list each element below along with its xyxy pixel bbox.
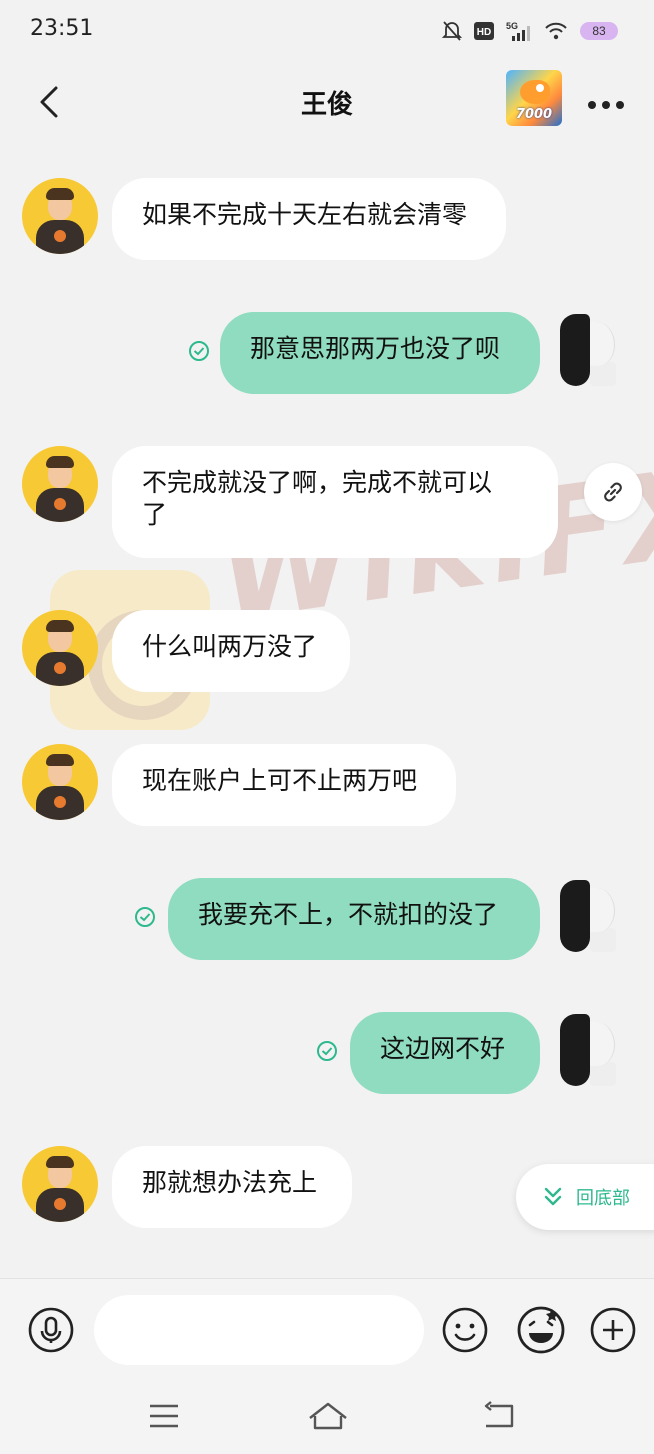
avatar-hair — [46, 188, 74, 200]
message-bubble-incoming[interactable]: 如果不完成十天左右就会清零 — [112, 178, 506, 260]
my-avatar[interactable] — [560, 1012, 624, 1088]
system-nav-bar — [0, 1378, 654, 1454]
read-check-icon — [135, 907, 155, 927]
avatar-shirt-logo — [54, 662, 66, 674]
sticker-button[interactable] — [514, 1303, 568, 1357]
scroll-to-bottom-label: 回底部 — [576, 1188, 630, 1209]
return-icon — [484, 1401, 514, 1428]
more-dots-icon — [588, 101, 624, 109]
status-bar: 23:51 HD 5G 83 — [0, 0, 654, 60]
link-button[interactable] — [584, 463, 642, 521]
message-bubble-incoming[interactable]: 不完成就没了啊，完成不就可以 了 — [112, 446, 558, 558]
menu-nav-button[interactable] — [144, 1396, 184, 1436]
avatar-shirt-logo — [54, 796, 66, 808]
avatar-shirt-logo — [54, 498, 66, 510]
plus-circle-icon — [590, 1307, 636, 1353]
message-bubble-incoming[interactable]: 现在账户上可不止两万吧 — [112, 744, 456, 826]
input-bar — [0, 1278, 654, 1379]
chat-header: 王俊 7000 — [0, 60, 654, 144]
emoji-button[interactable] — [440, 1305, 490, 1355]
avatar-text: 7000 — [515, 107, 553, 122]
avatar-hair — [46, 1156, 74, 1168]
read-check-icon — [317, 1041, 337, 1061]
microphone-icon — [28, 1307, 74, 1353]
message-bubble-outgoing[interactable]: 这边网不好 — [350, 1012, 540, 1094]
fish-eye — [536, 84, 544, 92]
link-icon — [604, 482, 622, 502]
message-bubble-incoming[interactable]: 什么叫两万没了 — [112, 610, 350, 692]
add-button[interactable] — [588, 1305, 638, 1355]
bell-off-icon — [442, 21, 462, 41]
contact-avatar-small[interactable] — [22, 446, 98, 522]
sticker-icon — [517, 1306, 565, 1354]
avatar-hair — [560, 314, 590, 386]
contact-avatar-small[interactable] — [22, 744, 98, 820]
status-time: 23:51 — [30, 16, 94, 41]
avatar-hair — [46, 456, 74, 468]
menu-icon — [150, 1404, 178, 1428]
status-icons: HD 5G 83 — [442, 18, 618, 44]
voice-button[interactable] — [26, 1305, 76, 1355]
contact-avatar[interactable]: 7000 — [506, 70, 562, 126]
message-bubble-outgoing[interactable]: 我要充不上，不就扣的没了 — [168, 878, 540, 960]
avatar-hair — [560, 1014, 590, 1086]
signal-icon: 5G — [506, 21, 530, 41]
home-nav-button[interactable] — [306, 1396, 350, 1436]
more-options-button[interactable] — [586, 96, 626, 109]
message-bubble-incoming[interactable]: 那就想办法充上 — [112, 1146, 352, 1228]
wifi-icon — [545, 22, 567, 40]
avatar-hair — [46, 754, 74, 766]
scroll-to-bottom-button[interactable]: 回底部 — [516, 1164, 654, 1230]
fish-icon — [520, 80, 550, 104]
contact-avatar-small[interactable] — [22, 610, 98, 686]
hd-icon: HD — [474, 22, 494, 40]
contact-avatar-small[interactable] — [22, 1146, 98, 1222]
smiley-icon — [442, 1307, 488, 1353]
avatar-hair — [560, 880, 590, 952]
svg-text:5G: 5G — [506, 21, 518, 31]
message-input[interactable] — [94, 1295, 424, 1365]
my-avatar[interactable] — [560, 878, 624, 954]
message-bubble-outgoing[interactable]: 那意思那两万也没了呗 — [220, 312, 540, 394]
avatar-hair — [46, 620, 74, 632]
read-check-icon — [189, 341, 209, 361]
battery-indicator: 83 — [580, 22, 618, 40]
double-chevron-down-icon — [544, 1187, 562, 1206]
avatar-shirt-logo — [54, 230, 66, 242]
contact-avatar-small[interactable] — [22, 178, 98, 254]
home-icon — [309, 1402, 347, 1430]
my-avatar[interactable] — [560, 312, 624, 388]
svg-text:HD: HD — [477, 27, 491, 38]
back-nav-button[interactable] — [480, 1396, 520, 1436]
avatar-shirt-logo — [54, 1198, 66, 1210]
